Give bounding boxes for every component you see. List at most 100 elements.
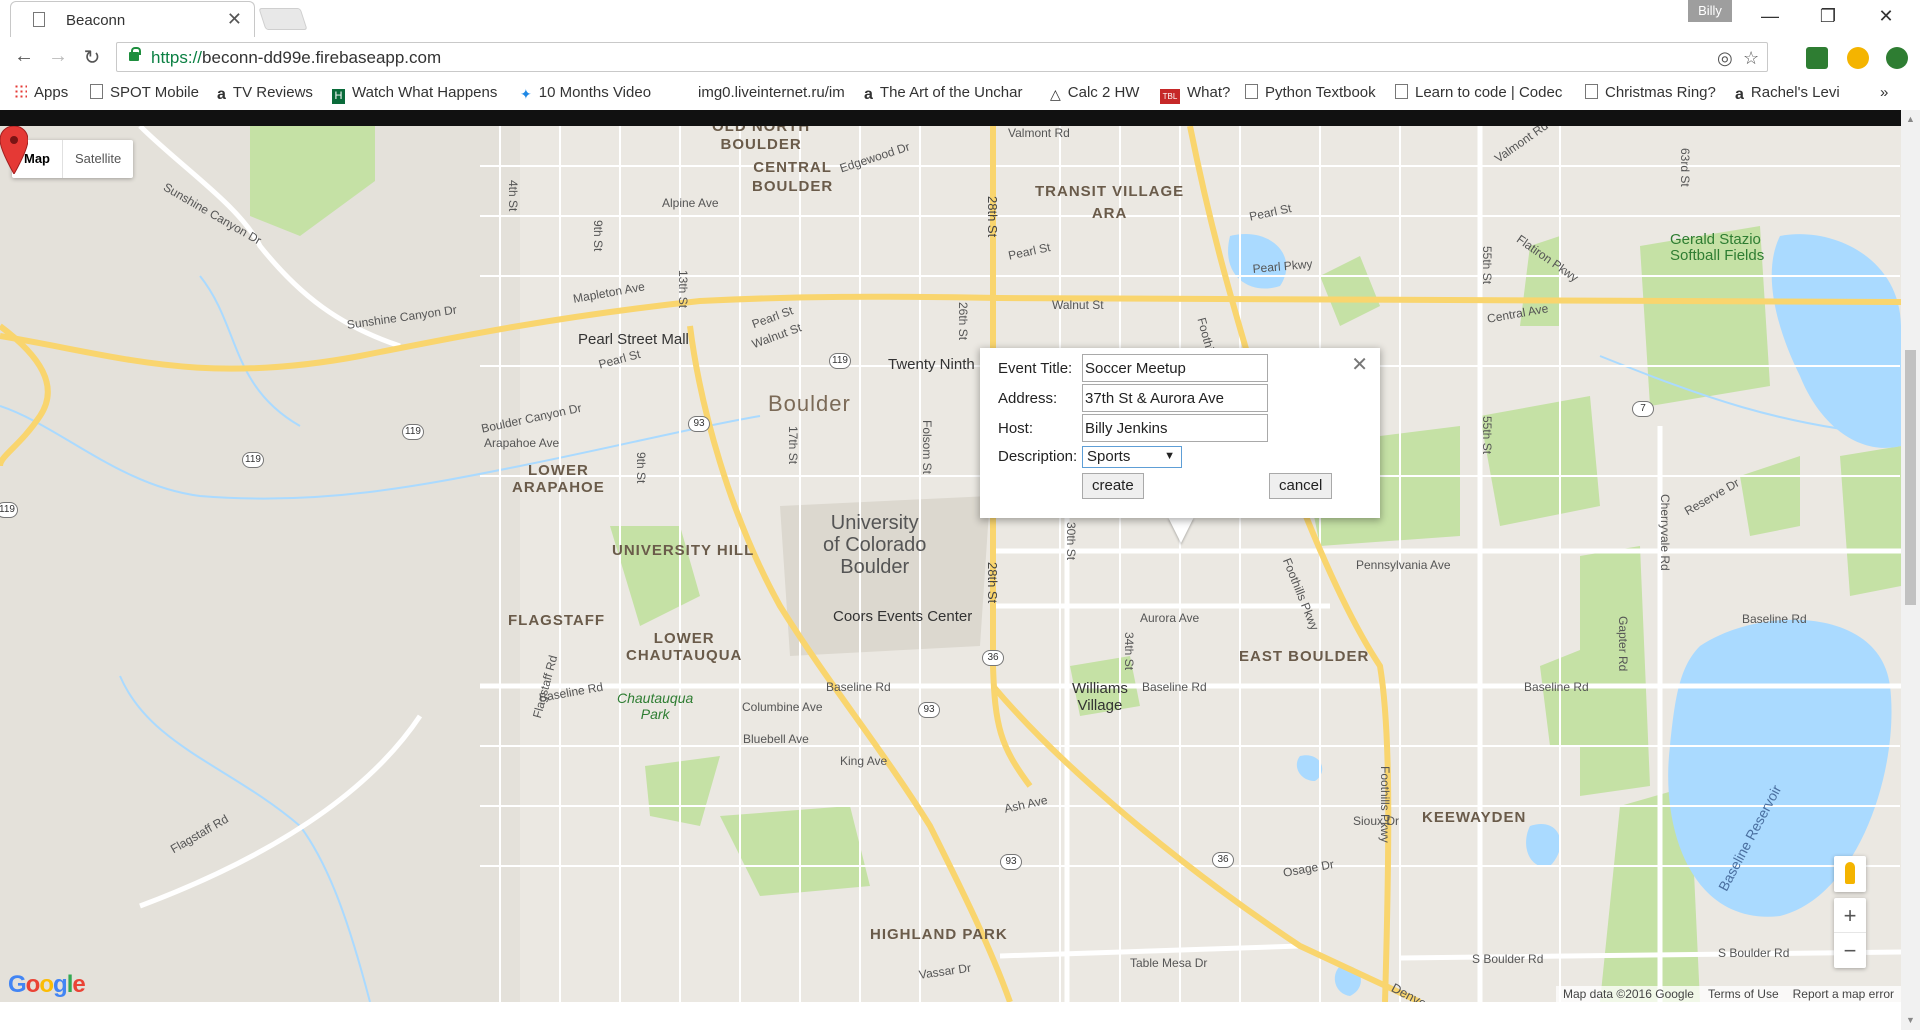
- tab-bar: Beaconn ✕ Billy — ❐ ✕: [0, 0, 1920, 37]
- extension-minus-icon[interactable]: [1847, 47, 1869, 69]
- close-window-button[interactable]: ✕: [1866, 6, 1906, 30]
- bookmark-christmas-ring[interactable]: Christmas Ring?: [1585, 84, 1716, 101]
- bookmark-apps[interactable]: Apps: [14, 84, 68, 101]
- bookmark-calc-2-hw[interactable]: △ Calc 2 HW: [1050, 84, 1139, 102]
- tab-beaconn[interactable]: Beaconn ✕: [10, 1, 255, 37]
- zoom-out-button[interactable]: −: [1834, 933, 1866, 968]
- street-label-aurora-ave: Aurora Ave: [1140, 611, 1200, 625]
- chevron-down-icon: ▼: [1164, 450, 1175, 462]
- address-input[interactable]: [1082, 384, 1268, 412]
- map-canvas[interactable]: OLD NORTH BOULDER CENTRAL BOULDER TRANSI…: [0, 126, 1901, 1002]
- browser-toolbar: ← → ↻ https://beconn-dd99e.firebaseapp.c…: [0, 37, 1920, 78]
- street-label-gapter-rd: Gapter Rd: [1616, 616, 1630, 672]
- scroll-down-arrow-icon[interactable]: ▼: [1906, 1015, 1915, 1025]
- page-scrollbar[interactable]: ▲ ▼: [1901, 110, 1920, 1030]
- event-title-input[interactable]: [1082, 354, 1268, 382]
- map-label-old-north-boulder: OLD NORTH BOULDER: [712, 126, 811, 153]
- bookmark-star-icon[interactable]: ☆: [1743, 48, 1759, 69]
- map-label-chautauqua-park: Chautauqua Park: [617, 690, 694, 722]
- street-label-55th-st: 55th St: [1480, 246, 1494, 285]
- host-input[interactable]: [1082, 414, 1268, 442]
- tab-title: Beaconn: [66, 12, 126, 29]
- event-info-window: ✕ Event Title: Address: Host: Descriptio…: [980, 348, 1380, 518]
- extension-shield-icon[interactable]: [1806, 47, 1828, 69]
- street-label-s-boulder-rd: S Boulder Rd: [1472, 952, 1544, 966]
- event-title-label: Event Title:: [998, 360, 1073, 377]
- url-text: https://beconn-dd99e.firebaseapp.com: [151, 48, 442, 67]
- info-window-pointer: [1168, 517, 1194, 543]
- street-label-king-ave: King Ave: [840, 754, 888, 768]
- street-label-30th-st: 30th St: [1064, 522, 1078, 561]
- bookmark-learn-to-code[interactable]: Learn to code | Codec: [1395, 84, 1562, 101]
- page-icon: [90, 84, 103, 99]
- map-attribution: Map data ©2016 Google Terms of Use Repor…: [1556, 986, 1901, 1002]
- restore-button[interactable]: ❐: [1808, 6, 1848, 30]
- bookmark-spot-mobile[interactable]: SPOT Mobile: [90, 84, 199, 101]
- map-label-university-hill: UNIVERSITY HILL: [612, 542, 755, 559]
- street-label-17th-st: 17th St: [786, 426, 800, 465]
- back-button[interactable]: ←: [10, 45, 38, 68]
- description-label: Description:: [998, 448, 1078, 465]
- street-view-pegman-icon[interactable]: [1834, 856, 1866, 892]
- bookmark-python-textbook[interactable]: Python Textbook: [1245, 84, 1376, 101]
- amazon-icon: a: [1735, 86, 1744, 103]
- bookmark-watch-what-happens[interactable]: H Watch What Happens: [332, 84, 497, 104]
- scroll-up-arrow-icon[interactable]: ▲: [1906, 114, 1915, 124]
- location-target-icon[interactable]: ◎: [1717, 48, 1733, 69]
- address-label: Address:: [998, 390, 1058, 407]
- cancel-button[interactable]: cancel: [1269, 473, 1333, 499]
- street-label-columbine-ave: Columbine Ave: [742, 700, 823, 714]
- dropbox-icon: ✦: [520, 86, 532, 102]
- minimize-button[interactable]: —: [1750, 6, 1790, 30]
- street-label-s-boulder-rd-2: S Boulder Rd: [1718, 946, 1790, 960]
- park: [1320, 256, 1380, 326]
- google-logo[interactable]: Google: [8, 971, 86, 999]
- create-button[interactable]: create: [1082, 473, 1144, 499]
- street-label-foothills-pkwy-2: Foothills Pkwy: [1378, 766, 1392, 843]
- new-tab-button[interactable]: [258, 8, 308, 30]
- amazon-icon: a: [864, 86, 873, 103]
- report-map-error-link[interactable]: Report a map error: [1786, 986, 1901, 1002]
- map-label-keewayden: KEEWAYDEN: [1422, 809, 1527, 826]
- bookmark-tv-reviews[interactable]: a TV Reviews: [217, 84, 313, 103]
- map-label-flagstaff: FLAGSTAFF: [508, 612, 606, 629]
- host-label: Host:: [998, 420, 1034, 437]
- address-bar[interactable]: https://beconn-dd99e.firebaseapp.com ◎ ☆: [116, 42, 1768, 72]
- map-type-control: Map Satellite: [12, 140, 134, 178]
- zoom-in-button[interactable]: +: [1834, 898, 1866, 933]
- reload-button[interactable]: ↻: [78, 45, 106, 70]
- highway-shield-36: 36: [982, 650, 1004, 666]
- description-select[interactable]: Sports ▼: [1082, 446, 1182, 468]
- pond: [1526, 824, 1561, 867]
- image-icon: [1585, 84, 1598, 99]
- description-selected-value: Sports: [1087, 448, 1131, 465]
- bookmark-10-months-video[interactable]: ✦ 10 Months Video: [520, 84, 651, 102]
- tbl-icon: TBL: [1160, 89, 1180, 104]
- street-label-baseline-rd-2: Baseline Rd: [1142, 680, 1207, 694]
- map-type-satellite-button[interactable]: Satellite: [62, 140, 133, 178]
- bookmark-liveinternet[interactable]: img0.liveinternet.ru/im: [698, 84, 845, 101]
- scroll-thumb[interactable]: [1905, 350, 1916, 605]
- bookmark-rachels-levi[interactable]: a Rachel's Levi: [1735, 84, 1840, 103]
- map-label-university: University of Colorado Boulder: [823, 512, 927, 578]
- page-icon: [33, 12, 45, 27]
- extension-upload-icon[interactable]: [1886, 47, 1908, 69]
- apps-grid-icon: [14, 84, 27, 99]
- bookmark-what[interactable]: TBL What?: [1160, 84, 1230, 104]
- bookmarks-more-button[interactable]: »: [1880, 84, 1888, 101]
- profile-button[interactable]: Billy: [1688, 0, 1732, 22]
- street-label-alpine-ave: Alpine Ave: [662, 196, 719, 210]
- forward-button[interactable]: →: [44, 45, 72, 68]
- park: [1480, 396, 1600, 526]
- street-label-28th-st: 28th St: [985, 196, 1000, 238]
- street-label-63rd-st: 63rd St: [1678, 148, 1692, 187]
- info-window-close-icon[interactable]: ✕: [1351, 355, 1368, 375]
- street-label-valmont-rd: Valmont Rd: [1008, 126, 1070, 140]
- bookmark-art-of-unchar[interactable]: a The Art of the Unchar: [864, 84, 1022, 103]
- h-icon: H: [332, 89, 345, 104]
- terms-of-use-link[interactable]: Terms of Use: [1701, 986, 1786, 1002]
- street-label-4th-st: 4th St: [506, 180, 520, 212]
- bookmarks-bar: Apps SPOT Mobile a TV Reviews H Watch What…: [0, 78, 1920, 108]
- tab-close-icon[interactable]: ✕: [227, 9, 242, 30]
- map-marker-icon[interactable]: [0, 126, 28, 174]
